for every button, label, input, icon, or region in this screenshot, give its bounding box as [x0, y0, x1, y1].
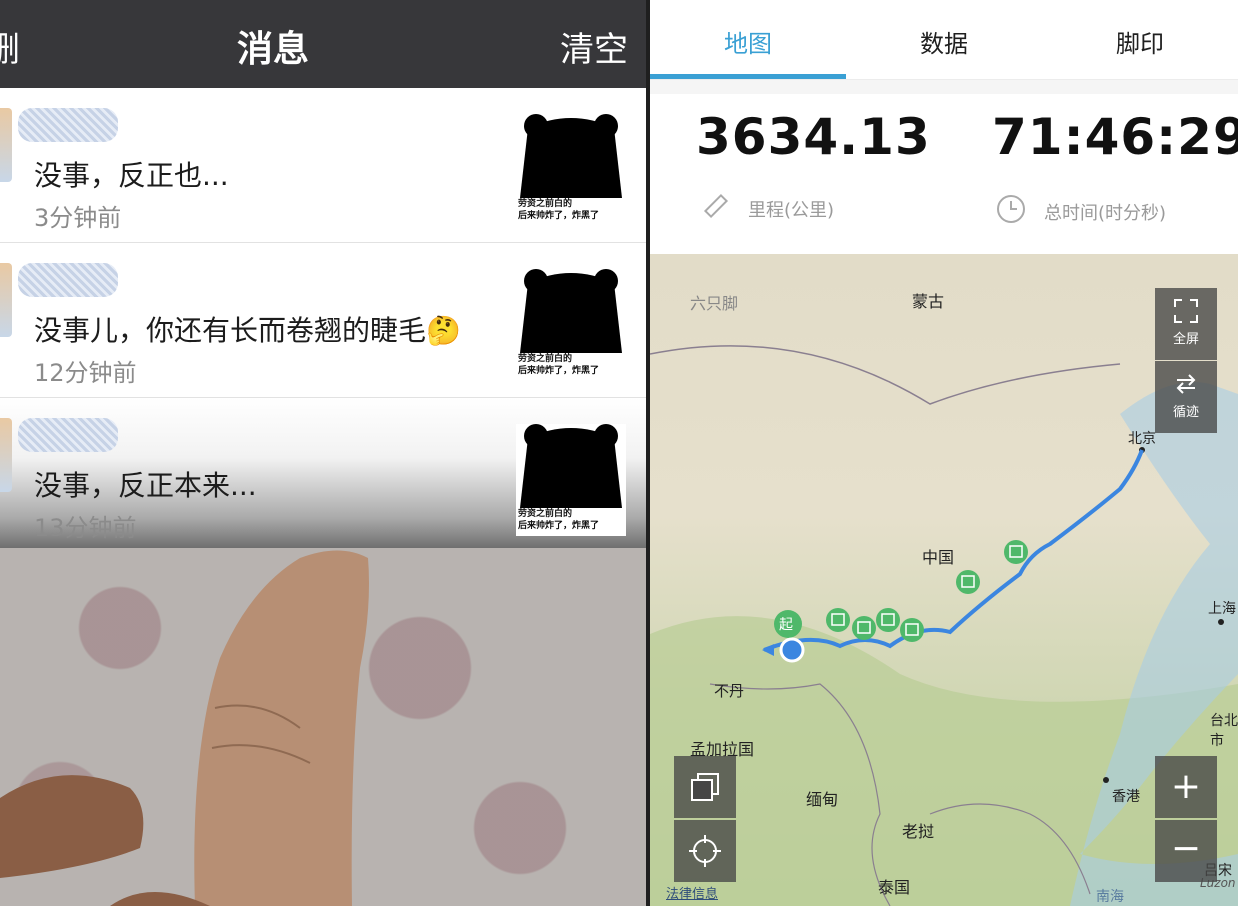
tab-footprint[interactable]: 脚印	[1042, 24, 1238, 59]
meme-caption: 劳资之前白的 后来帅炸了，炸黑了	[518, 509, 600, 531]
hand-photo	[0, 548, 646, 906]
message-item[interactable]: 没事儿，你还有长而卷翘的睫毛🤔 12分钟前 劳资之前白的 后来帅炸了，炸黑了	[0, 243, 646, 398]
message-time: 3分钟前	[34, 204, 122, 232]
nav-bar: 删 消息 清空	[0, 0, 646, 88]
meme-thumbnail[interactable]: 劳资之前白的 后来帅炸了，炸黑了	[516, 424, 626, 536]
photo-marker[interactable]	[852, 616, 876, 640]
finger-photo-illustration	[0, 550, 369, 906]
crosshair-icon	[689, 835, 721, 867]
fullscreen-label: 全屏	[1172, 332, 1199, 347]
message-time: 12分钟前	[34, 359, 137, 387]
track-button[interactable]: 循迹	[1155, 361, 1217, 433]
route-map[interactable]: 六只脚 蒙古 北京 中国 上海 不丹 孟加拉国 缅甸 香港 老挝 台北市 泰国 …	[650, 254, 1238, 906]
time-stat: 71:46:29	[992, 108, 1238, 166]
track-icon	[1176, 374, 1196, 394]
fullscreen-button[interactable]: 全屏	[1155, 288, 1217, 360]
photo-marker[interactable]	[900, 618, 924, 642]
bear-silhouette-icon	[520, 269, 622, 353]
avatar	[0, 263, 12, 337]
shanghai-dot	[1218, 619, 1224, 625]
blurred-username	[18, 263, 118, 297]
clear-button[interactable]: 清空	[560, 22, 628, 71]
message-time: 13分钟前	[34, 514, 137, 542]
time-label: 总时间(时分秒)	[1044, 203, 1167, 224]
zoom-in-button[interactable]: +	[1155, 756, 1217, 818]
blurred-username	[18, 418, 118, 452]
photo-marker[interactable]	[956, 570, 980, 594]
message-text: 没事，反正本来...	[34, 469, 257, 502]
photo-marker[interactable]	[826, 608, 850, 632]
layers-button[interactable]	[674, 756, 736, 818]
route-overlay	[762, 447, 1224, 783]
route-line	[763, 449, 1144, 652]
message-item[interactable]: 没事，反正本来... 13分钟前 劳资之前白的 后来帅炸了，炸黑了	[0, 398, 646, 549]
message-list: 没事，反正也... 3分钟前 劳资之前白的 后来帅炸了，炸黑了 没事儿，你还有长…	[0, 88, 646, 549]
layers-icon	[691, 773, 719, 801]
meme-thumbnail[interactable]: 劳资之前白的 后来帅炸了，炸黑了	[516, 269, 626, 381]
meme-caption: 劳资之前白的 后来帅炸了，炸黑了	[518, 354, 600, 376]
track-label: 循迹	[1172, 405, 1199, 420]
tab-map[interactable]: 地图	[650, 24, 846, 59]
message-text: 没事儿，你还有长而卷翘的睫毛🤔	[34, 314, 461, 347]
legal-info-link[interactable]: 法律信息	[666, 883, 718, 902]
distance-label: 里程(公里)	[748, 200, 835, 221]
start-marker-label: 起	[779, 617, 793, 633]
message-item[interactable]: 没事，反正也... 3分钟前 劳资之前白的 后来帅炸了，炸黑了	[0, 88, 646, 243]
zoom-out-button[interactable]: −	[1155, 820, 1217, 882]
message-text: 没事，反正也...	[34, 159, 229, 192]
tab-bar: 地图 数据 脚印	[650, 0, 1238, 80]
blurred-username	[18, 108, 118, 142]
hongkong-dot	[1103, 777, 1109, 783]
avatar	[0, 108, 12, 182]
photo-marker[interactable]	[876, 608, 900, 632]
avatar	[0, 418, 12, 492]
messages-screenshot: 删 消息 清空 没事，反正也... 3分钟前 劳资之前白的 后来帅炸了，炸黑了 …	[0, 0, 646, 906]
route-tracking-screenshot: 地图 数据 脚印 3634.13 里程(公里) 71:46:29 总时间(时分秒…	[650, 0, 1238, 906]
stats-panel	[650, 80, 1238, 254]
ruler-icon	[703, 193, 729, 219]
tab-data[interactable]: 数据	[846, 24, 1042, 59]
distance-value: 3634.13	[696, 108, 931, 166]
meme-caption: 劳资之前白的 后来帅炸了，炸黑了	[518, 199, 600, 221]
bear-silhouette-icon	[520, 114, 622, 198]
meme-thumbnail[interactable]: 劳资之前白的 后来帅炸了，炸黑了	[516, 114, 626, 226]
locate-button[interactable]	[674, 820, 736, 882]
photo-marker[interactable]	[1004, 540, 1028, 564]
page-title: 消息	[236, 29, 309, 70]
clock-icon	[997, 195, 1025, 223]
bear-silhouette-icon	[520, 424, 622, 508]
distance-stat: 3634.13	[696, 108, 931, 166]
current-location-marker	[762, 637, 805, 663]
expand-icon	[1174, 299, 1198, 323]
time-value: 71:46:29	[992, 108, 1238, 166]
